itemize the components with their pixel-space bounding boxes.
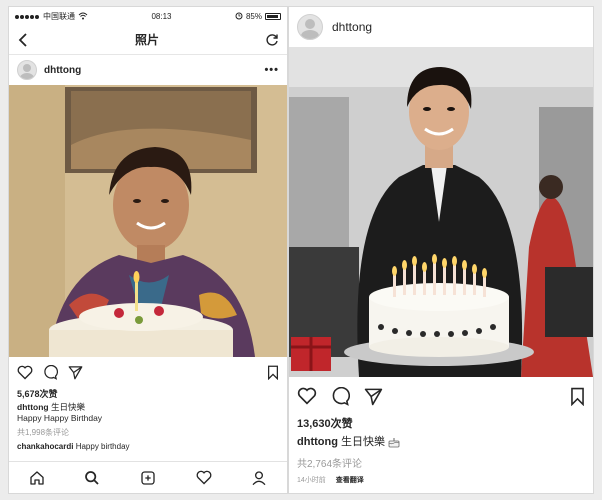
post-photo[interactable] <box>289 47 593 377</box>
post-username[interactable]: dhttong <box>332 20 372 34</box>
post-photo[interactable] <box>9 85 287 357</box>
post-actions <box>289 377 593 415</box>
birthday-photo-illustration <box>9 85 287 357</box>
more-options-button[interactable]: ••• <box>264 64 279 76</box>
bookmark-icon <box>571 387 584 406</box>
save-button[interactable] <box>267 365 279 380</box>
profile-icon <box>252 470 266 485</box>
battery-percent: 85% <box>245 11 262 21</box>
post-caption: dhttong 生日快樂 Happy Happy Birthday <box>9 400 287 426</box>
heart-icon <box>196 470 212 485</box>
tab-add-post[interactable] <box>140 470 156 486</box>
refresh-icon <box>266 33 278 46</box>
refresh-button[interactable] <box>265 33 279 47</box>
comment-preview: chankahocardi Happy birthday <box>9 439 287 454</box>
add-post-icon <box>141 470 155 485</box>
comment-text: Happy birthday <box>75 442 130 452</box>
comment-icon <box>44 364 58 380</box>
save-button[interactable] <box>570 387 585 406</box>
cake-icon <box>388 436 400 448</box>
post-header: dhttong ••• <box>9 55 287 85</box>
like-button[interactable] <box>297 387 317 405</box>
home-icon <box>30 470 44 485</box>
status-time: 08:13 <box>151 11 172 21</box>
view-comments-link[interactable]: 共1,998条评论 <box>9 426 287 439</box>
post-header: dhttong <box>289 7 593 47</box>
nav-bar: 照片 <box>9 25 287 55</box>
send-icon <box>364 388 383 405</box>
heart-icon <box>297 387 317 405</box>
view-comments-link[interactable]: 共2,764条评论 <box>289 453 593 472</box>
bookmark-icon <box>268 365 278 380</box>
tab-search[interactable] <box>84 470 100 486</box>
page-title: 照片 <box>134 33 159 47</box>
caption-text: 生日快樂 <box>341 436 385 448</box>
signal-icon <box>15 12 40 21</box>
comment-icon <box>332 386 350 406</box>
caption-line2: Happy Happy Birthday <box>17 413 103 424</box>
like-count[interactable]: 5,678次赞 <box>9 387 287 400</box>
left-phone-screenshot: 中国联通 08:13 85% 照片 dhttong ••• 5,678次赞 dh… <box>8 6 288 494</box>
avatar[interactable] <box>17 60 37 80</box>
back-button[interactable] <box>17 32 29 47</box>
chevron-left-icon <box>18 32 27 47</box>
share-button[interactable] <box>364 387 383 406</box>
share-button[interactable] <box>68 365 83 380</box>
caption-username[interactable]: dhttong <box>17 402 49 412</box>
tab-home[interactable] <box>29 470 45 486</box>
caption-text: 生日快樂 <box>51 402 86 412</box>
like-count[interactable]: 13,630次赞 <box>289 415 593 431</box>
post-username[interactable]: dhttong <box>44 65 81 76</box>
bottom-tab-bar <box>9 461 287 493</box>
heart-icon <box>17 365 33 379</box>
caption-username[interactable]: dhttong <box>297 436 338 448</box>
see-translation-link[interactable]: 查看翻译 <box>336 475 364 485</box>
birthday-photo-illustration <box>289 47 593 377</box>
post-time: 14小时前 <box>297 477 326 485</box>
alarm-icon <box>235 12 243 20</box>
like-button[interactable] <box>17 365 33 380</box>
wifi-icon <box>78 12 88 20</box>
comment-button[interactable] <box>331 386 350 406</box>
battery-icon <box>264 12 281 20</box>
tab-activity[interactable] <box>196 470 212 485</box>
right-post-screenshot: dhttong 13,630次赞 dhttong 生日快樂 共2,764条评论 … <box>288 6 594 494</box>
carrier-label: 中国联通 <box>43 11 75 21</box>
send-icon <box>68 365 83 379</box>
tab-profile[interactable] <box>251 470 267 486</box>
status-bar: 中国联通 08:13 85% <box>9 7 287 25</box>
comment-button[interactable] <box>43 364 58 380</box>
avatar[interactable] <box>297 14 323 40</box>
post-caption: dhttong 生日快樂 <box>289 431 593 453</box>
search-icon <box>85 470 100 485</box>
comment-username[interactable]: chankahocardi <box>17 442 73 451</box>
post-meta: 14小时前 查看翻译 <box>289 472 593 488</box>
post-actions <box>9 357 287 387</box>
more-icon: ••• <box>264 64 279 76</box>
